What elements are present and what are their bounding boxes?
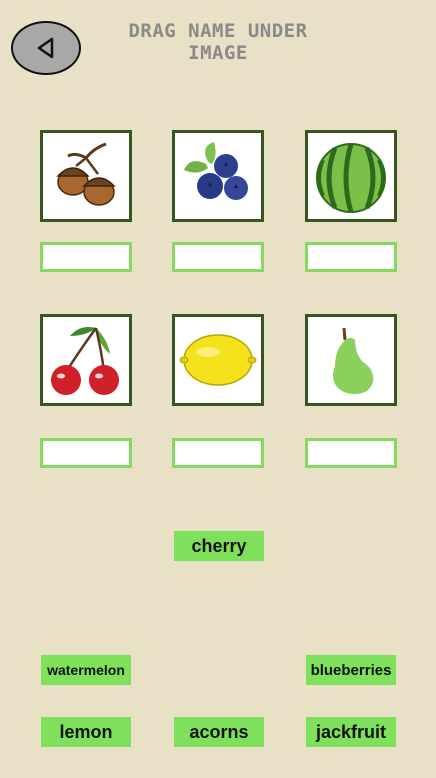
back-triangle-icon (37, 37, 54, 59)
drop-slot-acorns[interactable] (40, 242, 132, 272)
drop-slot-cherry[interactable] (40, 438, 132, 468)
image-tile-watermelon (305, 130, 397, 222)
image-tile-pear (305, 314, 397, 406)
image-tile-acorns (40, 130, 132, 222)
image-tile-blueberries (172, 130, 264, 222)
name-chip-watermelon[interactable]: watermelon (41, 655, 131, 685)
name-chip-lemon[interactable]: lemon (41, 717, 131, 747)
drop-slot-pear[interactable] (305, 438, 397, 468)
lemon-icon (179, 334, 257, 386)
cherry-icon (51, 327, 119, 395)
drop-slot-blueberries[interactable] (172, 242, 264, 272)
watermelon-icon (316, 143, 386, 213)
image-tile-cherry (40, 314, 132, 406)
name-chip-jackfruit[interactable]: jackfruit (306, 717, 396, 747)
name-chip-blueberries[interactable]: blueberries (306, 655, 396, 685)
name-chip-cherry[interactable]: cherry (174, 531, 264, 561)
name-chip-acorns[interactable]: acorns (174, 717, 264, 747)
page-title: DRAG NAME UNDER IMAGE (128, 20, 308, 64)
blueberries-icon (184, 142, 248, 200)
back-button[interactable] (11, 21, 81, 75)
acorns-icon (56, 142, 116, 206)
drop-slot-lemon[interactable] (172, 438, 264, 468)
pear-icon (333, 327, 374, 394)
drop-slot-watermelon[interactable] (305, 242, 397, 272)
image-tile-lemon (172, 314, 264, 406)
